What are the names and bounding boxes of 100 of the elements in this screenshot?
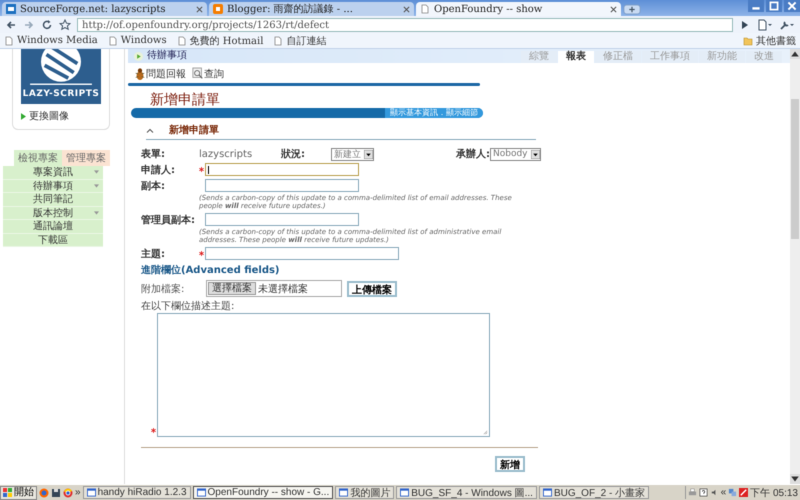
field-label: 申請人: <box>141 164 176 178</box>
sidebar-item[interactable]: 專案資訊 <box>3 166 103 180</box>
collapse-icon[interactable] <box>146 128 154 132</box>
dropdown-icon <box>530 150 540 158</box>
browser-tab[interactable]: OpenFoundry -- show <box>416 2 621 16</box>
toolbar-link[interactable]: 問題回報 <box>134 67 186 81</box>
browser-icon[interactable] <box>63 488 73 498</box>
field-value: lazyscripts <box>199 148 254 160</box>
text-field[interactable] <box>205 213 359 226</box>
toolbar-link-label[interactable]: 查詢 <box>204 67 224 81</box>
quick-launch-more[interactable]: » <box>75 487 81 498</box>
page-icon <box>4 36 14 46</box>
new-tab-button[interactable] <box>623 4 641 15</box>
sidebar-tab[interactable]: 檢視專案 <box>14 150 62 166</box>
window-icon <box>196 488 206 497</box>
change-image-label[interactable]: 更換圖像 <box>29 109 69 123</box>
bookmark-label[interactable]: 自訂連結 <box>286 34 326 48</box>
window-icon <box>400 488 410 497</box>
start-button[interactable]: 開始 <box>0 486 37 500</box>
file-field[interactable]: 選擇檔案 未選擇檔案 <box>206 280 342 297</box>
tray-expand[interactable]: « <box>720 487 726 498</box>
submit-button[interactable]: 新增 <box>495 456 525 472</box>
reload-icon[interactable] <box>41 18 53 30</box>
window-icon <box>86 488 96 497</box>
page-title: 新增申請單 <box>150 92 221 108</box>
browser-tab[interactable]: SourceForge.net: lazyscripts <box>2 2 207 16</box>
sidebar-item[interactable]: 通訊論壇 <box>3 220 103 234</box>
field-label: 在以下欄位描述主題: <box>141 300 236 313</box>
file-status: 未選擇檔案 <box>258 282 308 296</box>
bookmark[interactable]: 自訂連結 <box>273 34 326 48</box>
logo-text: LAZY-SCRIPTS <box>22 89 100 99</box>
bookmark-label[interactable]: 其他書籤 <box>756 34 796 48</box>
antivirus-icon[interactable] <box>739 488 748 497</box>
star-icon[interactable] <box>59 18 71 30</box>
triangle-icon <box>21 112 26 120</box>
sidebar-item-label[interactable]: 下載區 <box>38 232 68 247</box>
scroll-down-icon[interactable] <box>790 474 800 484</box>
clock: 下午 05:13 <box>750 486 798 500</box>
sidebar-item[interactable]: 下載區 <box>3 234 103 247</box>
wrench-icon[interactable] <box>779 18 795 30</box>
windows-logo-icon <box>3 488 12 497</box>
folder-icon <box>743 36 753 46</box>
bookmark[interactable]: Windows <box>108 35 167 46</box>
restore-icon[interactable] <box>766 0 782 12</box>
sidebar-item-label[interactable]: 版本控制 <box>33 206 73 220</box>
sidebar-item-label[interactable]: 專案資訊 <box>33 165 73 180</box>
page-icon <box>420 4 430 14</box>
text-field[interactable] <box>205 179 359 192</box>
toolbar-link-label[interactable]: 問題回報 <box>146 67 186 81</box>
taskbar-button[interactable]: 我的圖片 <box>335 486 394 499</box>
close-icon[interactable] <box>196 6 203 12</box>
help-icon[interactable] <box>698 488 708 497</box>
bookmark-label[interactable]: Windows <box>120 35 167 46</box>
close-icon[interactable] <box>403 6 410 12</box>
taskbar-button[interactable]: handy hiRadio 1.2.3 <box>82 486 191 499</box>
resize-grip-icon[interactable] <box>483 430 488 435</box>
field-label: 副本: <box>141 180 166 194</box>
page-icon <box>176 36 187 46</box>
select-field[interactable]: Nobody <box>490 148 540 160</box>
upload-button[interactable]: 上傳檔案 <box>347 280 397 296</box>
back-icon[interactable] <box>5 18 17 30</box>
sidebar-item-label[interactable]: 待辦事項 <box>33 178 73 193</box>
text-field[interactable] <box>205 247 399 260</box>
scrollbar[interactable] <box>790 49 800 484</box>
change-image-link[interactable]: 更換圖像 <box>21 109 101 123</box>
taskbar-button[interactable]: BUG_SF_4 - Windows 圖... <box>396 486 537 499</box>
advanced-fields-link[interactable]: 進階欄位(Advanced fields) <box>141 263 790 277</box>
sidebar-item[interactable]: 待辦事項 <box>3 180 103 193</box>
field-label: 管理員副本: <box>141 214 196 228</box>
text-field[interactable] <box>205 163 359 176</box>
nav-tab[interactable]: 報表 <box>558 51 594 63</box>
taskbar-button[interactable]: BUG_OF_2 - 小畫家 <box>538 486 650 499</box>
toolbar-link[interactable]: 查詢 <box>192 67 224 81</box>
bookmark[interactable]: 其他書籤 <box>743 34 796 48</box>
minimize-icon[interactable] <box>748 0 764 12</box>
section-title: 待辦事項 <box>147 50 187 62</box>
field-label: 狀況: <box>281 148 306 161</box>
page-icon <box>108 36 118 46</box>
section-heading: 新增申請單 <box>169 123 219 137</box>
browser-tab[interactable]: Blogger: 雨齋的訪議錄 - ... <box>209 2 414 16</box>
site-icon <box>6 4 16 14</box>
scroll-up-icon[interactable] <box>790 49 800 59</box>
sidebar-tab[interactable]: 管理專案 <box>62 150 110 166</box>
sidebar-item-label[interactable]: 通訊論壇 <box>33 219 73 234</box>
sidebar-item[interactable]: 版本控制 <box>3 206 103 220</box>
choose-file-button[interactable]: 選擇檔案 <box>208 282 256 295</box>
field-label: 表單: <box>141 148 166 161</box>
close-icon[interactable] <box>610 6 617 12</box>
window-icon <box>542 488 552 497</box>
browser-icon[interactable] <box>39 488 49 498</box>
page-icon <box>273 36 284 46</box>
page-menu-icon[interactable] <box>757 18 773 30</box>
field-label: 承辦人: <box>456 147 490 161</box>
taskbar-button[interactable]: OpenFoundry -- show - G... <box>192 486 334 499</box>
address-bar[interactable]: http://of.openfoundry.org/projects/1263/rt/defect <box>77 18 733 32</box>
close-icon[interactable] <box>784 0 800 12</box>
play-icon <box>134 52 143 60</box>
select-field[interactable]: 新建立 <box>331 148 374 160</box>
sidebar-item[interactable]: 共同筆記 <box>3 193 103 206</box>
sidebar-item-label[interactable]: 共同筆記 <box>33 192 73 206</box>
